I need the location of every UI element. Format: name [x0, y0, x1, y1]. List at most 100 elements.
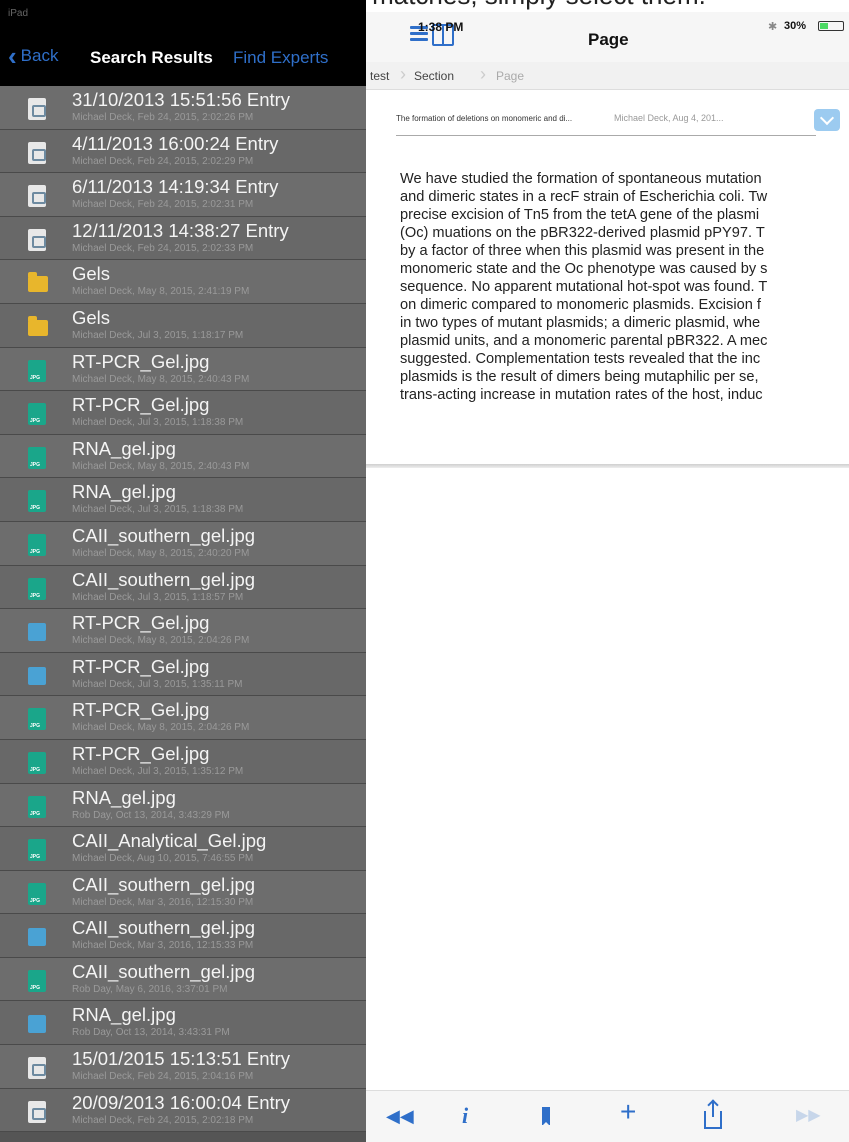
list-item-meta: Michael Deck, Feb 24, 2015, 2:02:29 PM: [72, 155, 254, 167]
list-item[interactable]: 15/01/2015 15:13:51 Entry Michael Deck, F…: [0, 1045, 366, 1089]
breadcrumb-page: Page: [496, 69, 525, 83]
folder-file-icon: [28, 272, 48, 293]
fast-forward-icon: ▶▶: [796, 1107, 821, 1124]
folder-file-icon: [28, 315, 48, 336]
expand-chevron-button[interactable]: [814, 109, 840, 131]
abstract-line: suggested. Complementation tests reveale…: [400, 351, 761, 367]
list-item[interactable]: CAII_southern_gel.jpgMichael Deck, May 8…: [0, 521, 366, 566]
abstract-line: plasmids is the result of dimers being m…: [400, 369, 759, 385]
list-item-name: RNA_gel.jpg: [72, 786, 176, 808]
entry-file-icon: [28, 98, 46, 120]
list-item[interactable]: RNA_gel.jpgMichael Deck, May 8, 2015, 2:…: [0, 434, 366, 479]
list-item[interactable]: RT-PCR_Gel.jpgMichael Deck, Jul 3, 2015,…: [0, 652, 366, 697]
list-item-meta: Michael Deck, Feb 24, 2015, 2:02:18 PM: [72, 1114, 254, 1126]
list-item-name: CAII_southern_gel.jpg: [72, 524, 256, 546]
entry-file-icon: [28, 141, 46, 164]
list-item[interactable]: RNA_gel.jpgMichael Deck, Jul 3, 2015, 1:…: [0, 478, 366, 522]
list-item-meta: Michael Deck, Jul 3, 2015, 1:18:38 PM: [72, 504, 244, 516]
list-item-meta: Michael Deck, Feb 24, 2015, 2:02:33 PM: [72, 242, 254, 254]
find-experts-button[interactable]: Find Experts: [233, 48, 328, 68]
info-icon[interactable]: i: [462, 1105, 468, 1127]
list-item[interactable]: RT-PCR_Gel.jpgMichael Deck, May 8, 2015,…: [0, 609, 366, 653]
list-item-meta: Michael Deck, Jul 3, 2015, 1:18:38 PM: [72, 417, 244, 429]
list-item[interactable]: CAII_southern_gel.jpgMichael Deck, Mar 3…: [0, 870, 366, 915]
list-item-name: CAII_Analytical_Gel.jpg: [72, 830, 267, 852]
entry-file-icon: [28, 1100, 46, 1123]
rewind-icon[interactable]: ◀◀: [386, 1105, 414, 1127]
abstract-line: on dimeric compared to monomeric plasmid…: [400, 297, 761, 313]
jpg-file-icon: [28, 577, 46, 600]
list-item-meta: Michael Deck, May 8, 2015, 2:40:43 PM: [72, 460, 250, 472]
list-item[interactable]: RT-PCR_Gel.jpgMichael Deck, May 8, 2015,…: [0, 696, 366, 740]
list-item-meta: Rob Day, Oct 13, 2014, 3:43:31 PM: [72, 1027, 230, 1039]
list-item[interactable]: CAII_southern_gel.jpgMichael Deck, Mar 3…: [0, 914, 366, 958]
breadcrumb-section[interactable]: Section: [414, 69, 454, 83]
list-item-name: Gels: [72, 306, 111, 328]
page-navbar: 1:38 PM Page ✱ 30%: [366, 12, 849, 62]
status-bar-left: iPad: [0, 0, 366, 28]
list-item[interactable]: CAII_southern_gel.jpgRob Day, May 6, 201…: [0, 957, 366, 1002]
add-icon[interactable]: +: [620, 1098, 636, 1126]
list-item[interactable]: Gels Michael Deck, May 8, 2015, 2:41:19 P…: [0, 260, 366, 304]
list-item[interactable]: 31/10/2013 15:51:56 Entry Michael Deck, F…: [0, 86, 366, 130]
list-item-name: CAII_southern_gel.jpg: [72, 873, 256, 895]
bluetooth-icon: ✱: [768, 21, 778, 33]
carrier-label: iPad: [8, 8, 29, 19]
list-item-name: RT-PCR_Gel.jpg: [72, 742, 210, 764]
list-item[interactable]: RT-PCR_Gel.jpgMichael Deck, May 8, 2015,…: [0, 347, 366, 392]
battery-percent: 30%: [784, 20, 807, 32]
list-item-name: CAII_southern_gel.jpg: [72, 917, 256, 939]
list-item-name: RT-PCR_Gel.jpg: [72, 350, 210, 372]
list-item[interactable]: RT-PCR_Gel.jpgMichael Deck, Jul 3, 2015,…: [0, 391, 366, 435]
list-item[interactable]: 4/11/2013 16:00:24 Entry Michael Deck, Fe…: [0, 129, 366, 174]
breadcrumb-separator-icon: ›: [480, 64, 486, 84]
abstract-line: sequence. No apparent mutational hot-spo…: [400, 279, 768, 295]
list-item-name: Gels: [72, 263, 111, 285]
page-title: Page: [588, 30, 629, 49]
list-item-meta: Michael Deck, May 8, 2015, 2:40:20 PM: [72, 547, 250, 559]
list-item-meta: Michael Deck, Mar 3, 2016, 12:15:33 PM: [72, 940, 254, 952]
list-item-meta: Michael Deck, May 8, 2015, 2:41:19 PM: [72, 286, 250, 298]
back-button[interactable]: ‹ Back: [8, 43, 58, 69]
list-item-meta: Michael Deck, Feb 24, 2015, 2:02:31 PM: [72, 199, 254, 211]
abstract-line: by a factor of three when this plasmid w…: [400, 243, 765, 259]
list-item[interactable]: RNA_gel.jpg Rob Day, Oct 13, 2014, 3:43:3…: [0, 1001, 366, 1046]
list-item-meta: Michael Deck, Jul 3, 2015, 1:35:12 PM: [72, 765, 244, 777]
bottom-toolbar: ◀◀ i + ▶▶: [366, 1090, 849, 1142]
list-item[interactable]: 12/11/2013 14:38:27 Entry Michael Deck, F…: [0, 216, 366, 261]
breadcrumb: test › Section › Page: [366, 62, 849, 90]
jpg-file-icon: [28, 403, 46, 426]
abstract-line: plasmid units, and a monomeric parental …: [400, 333, 768, 349]
breadcrumb-test[interactable]: test: [370, 69, 389, 83]
document-header[interactable]: The formation of deletions on monomeric …: [396, 108, 816, 136]
list-item-name: RT-PCR_Gel.jpg: [72, 655, 210, 677]
jpg-file-icon: [28, 359, 46, 382]
list-item-meta: Michael Deck, Aug 10, 2015, 7:46:55 PM: [72, 853, 254, 865]
list-item[interactable]: RT-PCR_Gel.jpgMichael Deck, Jul 3, 2015,…: [0, 739, 366, 784]
breadcrumb-separator-icon: ›: [400, 64, 406, 84]
abstract-line: in two types of mutant plasmids; a dimer…: [400, 315, 761, 331]
jpg-file-icon: [28, 751, 46, 774]
share-icon[interactable]: [704, 1101, 722, 1129]
document-meta: Michael Deck, Aug 4, 201...: [614, 113, 724, 123]
jpg-file-icon: [28, 446, 46, 469]
list-item[interactable]: CAII_southern_gel.jpgMichael Deck, Jul 3…: [0, 565, 366, 610]
list-item-meta: Michael Deck, Jul 3, 2015, 1:18:17 PM: [72, 329, 244, 341]
list-item[interactable]: 20/09/2013 16:00:04 Entry Michael Deck, F…: [0, 1088, 366, 1133]
list-item-name: RNA_gel.jpg: [72, 481, 176, 503]
doc-file-icon: [28, 623, 46, 642]
list-item[interactable]: Gels Michael Deck, Jul 3, 2015, 1:18:17 P…: [0, 303, 366, 348]
list-item-meta: Michael Deck, May 8, 2015, 2:40:43 PM: [72, 373, 250, 385]
jpg-file-icon: [28, 490, 46, 513]
list-item[interactable]: RNA_gel.jpgRob Day, Oct 13, 2014, 3:43:2…: [0, 783, 366, 828]
divider: [366, 464, 849, 468]
list-item-meta: Michael Deck, Jul 3, 2015, 1:35:11 PM: [72, 678, 243, 690]
bookmark-icon[interactable]: [542, 1107, 550, 1126]
jpg-file-icon: [28, 708, 46, 731]
list-item[interactable]: CAII_Analytical_Gel.jpgMichael Deck, Aug…: [0, 827, 366, 871]
list-item-name: RNA_gel.jpg: [72, 437, 176, 459]
search-results-title: Search Results: [90, 48, 213, 67]
list-item[interactable]: 6/11/2013 14:19:34 Entry Michael Deck, Fe…: [0, 173, 366, 217]
search-results-panel: iPad ‹ Back Search Results Find Experts …: [0, 0, 366, 1142]
entry-file-icon: [28, 185, 46, 208]
